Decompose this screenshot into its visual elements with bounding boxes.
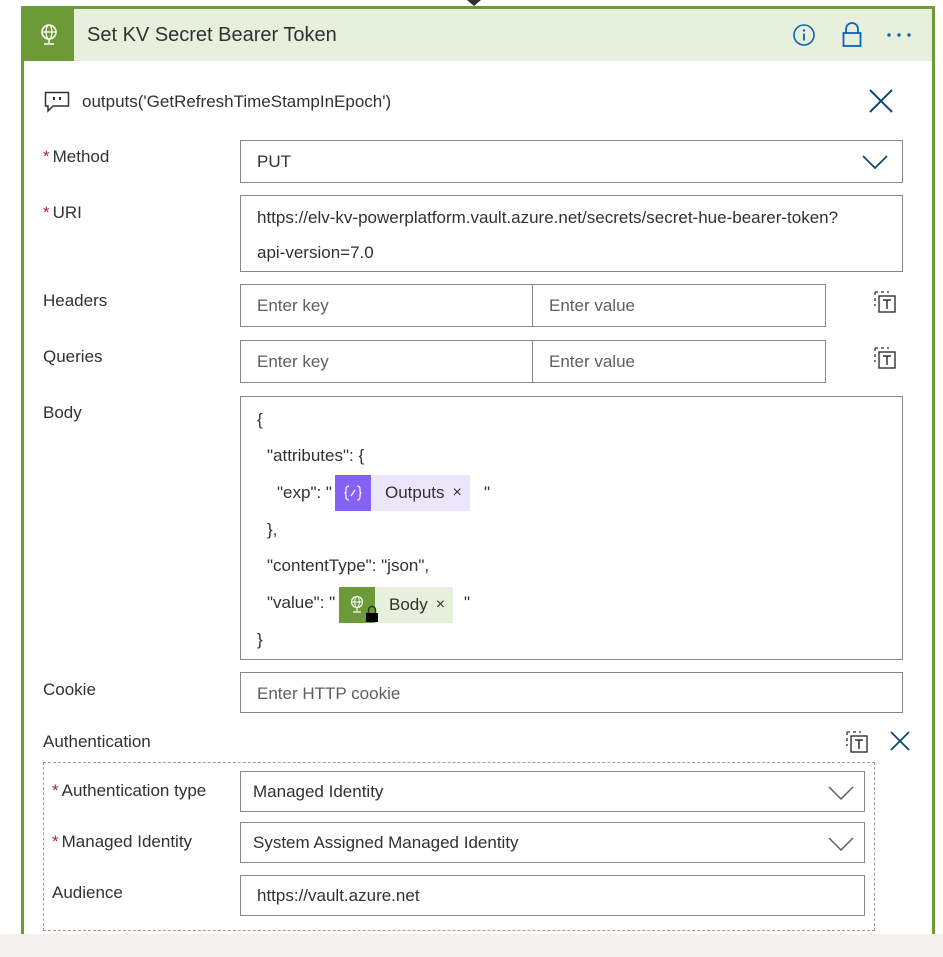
action-title[interactable]: Set KV Secret Bearer Token [87,24,337,47]
headers-label: Headers [43,291,108,310]
headers-value-input[interactable]: Enter value [549,296,635,316]
authentication-label: Authentication [43,732,151,751]
switch-to-text-mode-icon[interactable] [845,730,869,759]
body-line-exp-suffix: " [484,483,491,502]
cookie-label: Cookie [43,680,96,699]
managed-identity-label-text: Managed Identity [61,832,193,851]
body-token-label: Body [389,595,428,614]
uri-line-2: api-version=7.0 [257,243,374,262]
divider [532,285,533,326]
uri-line-1: https://elv-kv-powerplatform.vault.azure… [257,208,839,227]
queries-table: Enter key Enter value [240,340,826,383]
body-line-attributes: "attributes": { [267,446,365,465]
globe-icon [24,9,74,61]
queries-key-input[interactable]: Enter key [257,352,329,372]
audience-label: Audience [52,883,123,902]
uri-label: * URI [43,203,82,223]
required-marker: * [52,781,59,800]
chevron-down-icon [862,154,888,175]
lock-icon [365,605,379,628]
chevron-down-icon [828,836,854,856]
method-label: * Method [43,147,109,167]
body-label: Body [43,403,82,422]
chevron-down-icon [828,785,854,805]
managed-identity-label: * Managed Identity [52,832,192,852]
body-line-value-suffix: " [464,593,471,612]
canvas-background [0,934,943,957]
close-icon[interactable] [868,88,894,119]
method-value: PUT [257,152,291,171]
body-line-open: { [257,410,263,429]
globe-icon [339,587,378,623]
outputs-token-label: Outputs [385,483,445,502]
body-editor[interactable]: { "attributes": { "exp": " Outputs × " }… [240,396,903,660]
queries-value-input[interactable]: Enter value [549,352,635,372]
managed-identity-value: System Assigned Managed Identity [253,833,519,852]
audience-input[interactable]: https://vault.azure.net [240,875,865,916]
switch-to-text-mode-icon[interactable] [873,346,897,375]
queries-label: Queries [43,347,103,366]
remove-authentication-icon[interactable] [890,731,910,756]
managed-identity-select[interactable]: System Assigned Managed Identity [240,822,865,863]
required-marker: * [43,147,50,166]
switch-to-text-mode-icon[interactable] [873,290,897,319]
body-token[interactable]: Body × [339,587,454,623]
uri-label-text: URI [52,203,82,222]
expression-icon [335,475,371,511]
headers-table: Enter key Enter value [240,284,826,327]
body-line-close: } [257,630,263,649]
divider [532,341,533,382]
comment-icon [44,91,70,118]
authentication-type-value: Managed Identity [253,782,384,801]
remove-token-icon[interactable]: × [453,484,470,502]
authentication-type-select[interactable]: Managed Identity [240,771,865,812]
method-label-text: Method [52,147,110,166]
more-icon[interactable] [886,22,912,48]
authentication-type-label: * Authentication type [52,781,206,801]
body-line-content-type: "contentType": "json", [267,556,430,575]
method-select[interactable]: PUT [240,140,903,183]
lock-icon[interactable] [839,22,865,48]
authentication-type-label-text: Authentication type [61,781,207,800]
headers-key-input[interactable]: Enter key [257,296,329,316]
cookie-placeholder: Enter HTTP cookie [257,684,401,703]
outputs-token[interactable]: Outputs × [335,475,470,511]
cookie-input[interactable]: Enter HTTP cookie [240,672,903,713]
action-card: Set KV Secret Bearer Token outputs('GetR… [21,6,935,934]
body-line-value: "value": " [267,593,336,612]
comment-text[interactable]: outputs('GetRefreshTimeStampInEpoch') [82,92,391,112]
info-icon[interactable] [791,22,817,48]
uri-input[interactable]: https://elv-kv-powerplatform.vault.azure… [240,195,903,272]
required-marker: * [52,832,59,851]
audience-value: https://vault.azure.net [257,886,420,905]
required-marker: * [43,203,50,222]
action-header[interactable]: Set KV Secret Bearer Token [24,9,932,61]
body-line-close-attr: }, [267,520,278,539]
body-line-exp: "exp": " [277,483,332,502]
remove-token-icon[interactable]: × [436,596,453,614]
